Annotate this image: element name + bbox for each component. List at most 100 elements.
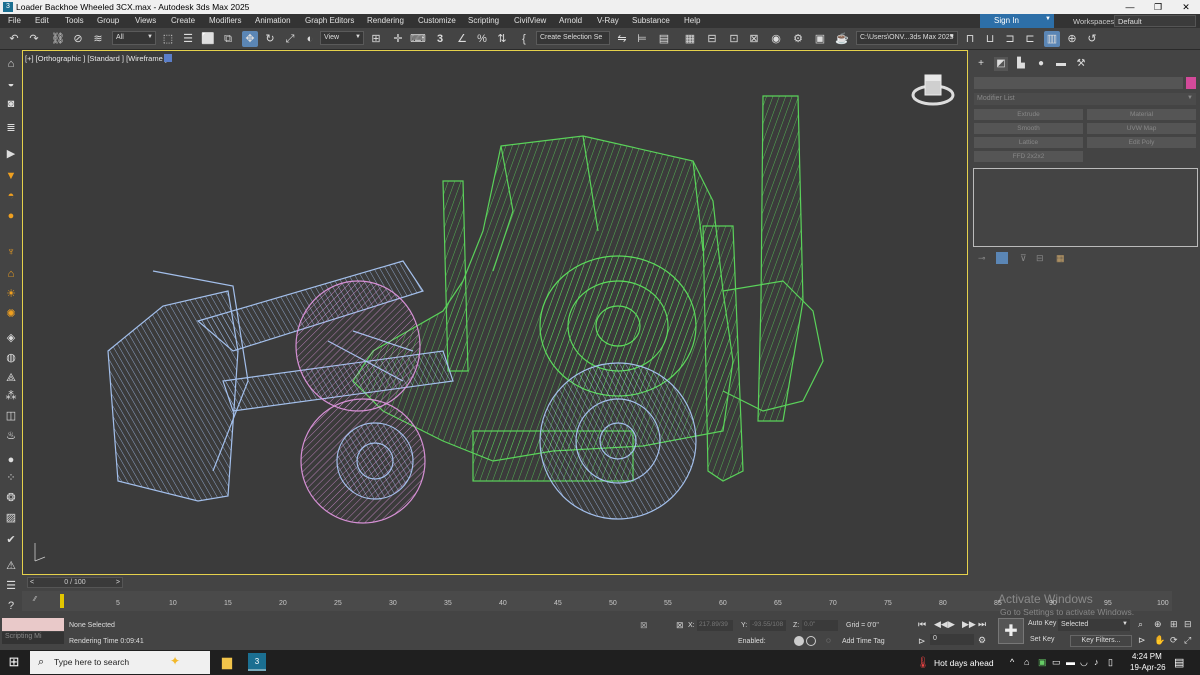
windows-start-icon[interactable]: ⊞ — [6, 654, 22, 670]
window-crossing-icon[interactable]: ⧉ — [220, 31, 236, 47]
play-icon[interactable]: ▶ — [948, 619, 955, 630]
camera-icon[interactable]: ◙ — [3, 96, 19, 112]
show-end-result-icon[interactable] — [996, 252, 1008, 264]
object-name-field[interactable] — [974, 77, 1183, 89]
snaps-toggle-icon[interactable]: 3 — [432, 31, 448, 47]
fov-icon[interactable]: ⊳ — [1138, 635, 1146, 646]
menu-tools[interactable]: Tools — [65, 16, 84, 25]
menu-views[interactable]: Views — [135, 16, 156, 25]
enabled-toggle[interactable] — [794, 636, 804, 646]
tray-green-icon[interactable]: ▣ — [1038, 657, 1047, 668]
select-object-icon[interactable]: ⬚ — [160, 31, 176, 47]
render-setup-icon[interactable]: ⚙ — [790, 31, 806, 47]
home-icon[interactable]: ⌂ — [3, 56, 19, 72]
modifier-smooth-button[interactable]: Smooth — [974, 123, 1083, 134]
key-set-select[interactable]: Selected ▼ — [1058, 619, 1130, 631]
next-frame-icon[interactable]: ▶▶ — [962, 619, 976, 630]
scene-explorer-icon[interactable]: ▤ — [656, 31, 672, 47]
video-icon[interactable]: ▶ — [3, 146, 19, 162]
layer-explorer-icon[interactable]: ▦ — [682, 31, 698, 47]
spinner-snap-icon[interactable]: ⇅ — [494, 31, 510, 47]
notification-icon[interactable]: ▤ — [1174, 656, 1184, 669]
y-coordinate-field[interactable]: -93.55/108 — [750, 620, 786, 631]
auto-key-button[interactable]: Auto Key — [1028, 620, 1056, 627]
keyboard-shortcut-icon[interactable]: ⌨ — [410, 31, 426, 47]
previous-frame-icon[interactable]: ◀◀ — [934, 619, 948, 630]
named-selection-icon[interactable]: { — [516, 31, 532, 47]
lock-icon[interactable]: ⊠ — [640, 620, 648, 631]
spot-light-icon[interactable]: ▼ — [3, 168, 19, 184]
command-panel-toggle-icon[interactable]: ▥ — [1044, 31, 1060, 47]
named-selection-select[interactable]: Create Selection Se — [536, 31, 610, 45]
material-editor-icon[interactable]: ◉ — [768, 31, 784, 47]
grid-icon[interactable]: ⟁ — [3, 370, 19, 386]
vray-icon[interactable]: ✔ — [3, 532, 19, 548]
select-rotate-icon[interactable]: ↻ — [262, 31, 278, 47]
tray-network-icon[interactable]: ▭ — [1052, 657, 1061, 668]
align-icon[interactable]: ⊨ — [634, 31, 650, 47]
omni-light-icon[interactable]: ♆ — [3, 244, 19, 260]
dome-light-icon[interactable]: ◓ — [3, 188, 19, 204]
isolate-toggle[interactable] — [806, 636, 816, 646]
z-coordinate-field[interactable]: 0.0" — [802, 620, 838, 631]
zoom-extents-icon[interactable]: ⊞ — [1170, 619, 1178, 630]
fire-icon[interactable]: ♨ — [3, 428, 19, 444]
modify-tab-icon[interactable]: ◩ — [994, 57, 1008, 71]
menu-rendering[interactable]: Rendering — [367, 16, 404, 25]
menu-scripting[interactable]: Scripting — [468, 16, 499, 25]
open-icon[interactable]: ⊔ — [982, 31, 998, 47]
maximize-viewport-icon[interactable]: ⤢ — [1184, 635, 1191, 646]
zoom-all-icon[interactable]: ⊕ — [1154, 619, 1162, 630]
display-tab-icon[interactable]: ▬ — [1054, 57, 1068, 71]
key-filters-button[interactable]: Key Filters... — [1070, 635, 1132, 647]
toolbox-icon[interactable]: ☰ — [3, 578, 19, 594]
help-icon[interactable]: ? — [3, 598, 19, 614]
sphere-icon[interactable]: ◍ — [3, 350, 19, 366]
modifier-extrude-button[interactable]: Extrude — [974, 109, 1083, 120]
modifier-material-button[interactable]: Material — [1087, 109, 1196, 120]
menu-animation[interactable]: Animation — [255, 16, 291, 25]
pin-stack-icon[interactable]: ⊸ — [978, 253, 986, 264]
unlink-icon[interactable]: ⊘ — [70, 31, 86, 47]
orbit-icon[interactable]: ⟳ — [1170, 635, 1178, 646]
hierarchy-tab-icon[interactable]: ▙ — [1014, 57, 1028, 71]
goto-start-icon[interactable]: ⏮ — [918, 619, 926, 630]
weather-icon[interactable]: 🌡 — [916, 656, 930, 669]
viewcube[interactable] — [911, 71, 955, 111]
menu-civilview[interactable]: CivilView — [514, 16, 546, 25]
clock-date[interactable]: 19-Apr-26 — [1130, 663, 1166, 672]
weather-text[interactable]: Hot days ahead — [934, 658, 994, 668]
key-mode-icon[interactable]: ⊳ — [918, 636, 926, 647]
maxscript-mini-input[interactable]: Scripting Mi — [2, 632, 64, 644]
3ds-max-taskbar-icon[interactable]: 3 — [248, 653, 266, 671]
curve-editor-icon[interactable]: ⊡ — [726, 31, 742, 47]
file-explorer-icon[interactable]: ▆ — [218, 654, 236, 672]
project-path-select[interactable]: C:\Users\ONV...3ds Max 2025 ▼ — [856, 31, 958, 45]
viewport-label[interactable]: [+] [Orthographic ] [Standard ] [Wirefra… — [25, 54, 167, 63]
ball-icon[interactable]: ● — [3, 452, 19, 468]
modifier-stack-list[interactable] — [973, 168, 1198, 247]
modifier-lattice-button[interactable]: Lattice — [974, 137, 1083, 148]
reference-coordinate-select[interactable]: View ▼ — [320, 31, 364, 45]
modifier-uvw-map-button[interactable]: UVW Map — [1087, 123, 1196, 134]
redo-icon[interactable]: ↷ — [26, 31, 42, 47]
timeline-cursor[interactable] — [60, 594, 64, 608]
tray-app-icon[interactable]: ⌂ — [1024, 657, 1029, 667]
object-color-swatch[interactable] — [1186, 77, 1196, 89]
clock-time[interactable]: 4:24 PM — [1132, 652, 1162, 661]
utilities-tab-icon[interactable]: ⚒ — [1074, 57, 1088, 71]
zoom-icon[interactable]: ⌕ — [1138, 619, 1143, 630]
refresh-icon[interactable]: ↺ — [1084, 31, 1100, 47]
make-unique-icon[interactable]: ⊽ — [1020, 253, 1027, 264]
time-config-icon[interactable]: ⁄⁄ — [34, 596, 36, 603]
copilot-icon[interactable]: ✦ — [170, 654, 180, 668]
bind-space-warp-icon[interactable]: ≋ — [90, 31, 106, 47]
mirror-icon[interactable]: ⇋ — [614, 31, 630, 47]
select-manipulate-icon[interactable]: ✛ — [390, 31, 406, 47]
set-key-button[interactable]: Set Key — [1030, 636, 1055, 643]
modifier-edit-poly-button[interactable]: Edit Poly — [1087, 137, 1196, 148]
material-balls-icon[interactable]: ⁘ — [3, 470, 19, 486]
rendered-frame-icon[interactable]: ▣ — [812, 31, 828, 47]
close-button[interactable]: ✕ — [1172, 0, 1200, 14]
selection-filter-select[interactable]: All ▼ — [112, 31, 156, 45]
